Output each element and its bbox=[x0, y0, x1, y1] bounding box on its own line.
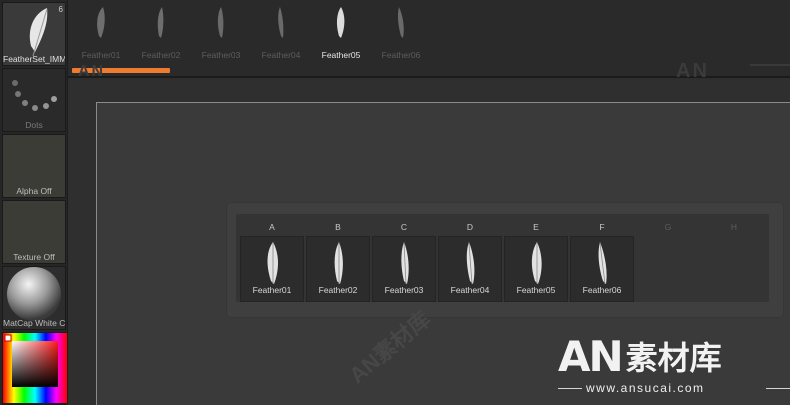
slot-label: Dots bbox=[25, 120, 43, 130]
slot-label: Texture Off bbox=[13, 252, 55, 262]
stroke-slot[interactable]: Dots bbox=[2, 68, 66, 132]
alpha-cell-label: Feather02 bbox=[318, 285, 358, 295]
brush-alpha-slot[interactable]: 6 FeatherSet_IMM bbox=[2, 2, 66, 66]
column-letter: C bbox=[400, 222, 408, 232]
feather-icon bbox=[267, 242, 278, 284]
feather-icon bbox=[598, 242, 607, 285]
feather-icon bbox=[334, 242, 343, 284]
feather-icon bbox=[217, 7, 224, 38]
thumbnail-feather05[interactable]: Feather05 bbox=[311, 0, 371, 66]
feather-icon bbox=[97, 7, 105, 38]
feather-icon bbox=[278, 7, 284, 38]
color-picker-icon bbox=[3, 333, 67, 403]
alpha-picker-panel: A B C D E F G H Feather01 Feather02 Feat… bbox=[227, 203, 783, 317]
alpha-thumbnail-strip: Feather01 Feather02 Feather03 Feather04 … bbox=[68, 0, 790, 82]
thumbnail-feather02[interactable]: Feather02 bbox=[131, 0, 191, 66]
feather-icon bbox=[401, 242, 409, 285]
column-letter: B bbox=[335, 222, 341, 232]
feather-icon bbox=[157, 7, 164, 38]
alpha-cell-label: Feather01 bbox=[252, 285, 292, 295]
column-letter: H bbox=[730, 222, 738, 232]
column-letter: E bbox=[533, 222, 539, 232]
color-picker[interactable] bbox=[2, 332, 67, 405]
logo-brand-cn: 素材库 bbox=[625, 339, 722, 377]
slot-label: Alpha Off bbox=[16, 186, 52, 196]
left-tool-palette: 6 FeatherSet_IMM Dots Alpha Off Texture … bbox=[0, 0, 68, 405]
site-logo: AN 素材库 www.ansucai.com bbox=[558, 331, 790, 405]
alpha-cell-label: Feather03 bbox=[384, 285, 424, 295]
material-slot[interactable]: MatCap White C bbox=[2, 266, 66, 330]
divider bbox=[750, 64, 790, 66]
alpha-cell-feather04[interactable]: Feather04 bbox=[438, 236, 502, 302]
alpha-cell-feather02[interactable]: Feather02 bbox=[306, 236, 370, 302]
column-letter: D bbox=[466, 222, 474, 232]
logo-brand: AN bbox=[558, 331, 624, 381]
logo-rule-left bbox=[558, 388, 582, 389]
thumbnail-feather01[interactable]: Feather01 bbox=[71, 0, 131, 66]
thumbnail-feather04[interactable]: Feather04 bbox=[251, 0, 311, 66]
alpha-slot[interactable]: Alpha Off bbox=[2, 134, 66, 198]
thumbnail-label: Feather06 bbox=[381, 50, 421, 60]
alpha-cell-feather01[interactable]: Feather01 bbox=[240, 236, 304, 302]
alpha-grid: A B C D E F G H Feather01 Feather02 Feat… bbox=[236, 214, 769, 302]
slot-label: MatCap White C bbox=[3, 318, 65, 328]
thumbnail-label: Feather01 bbox=[81, 50, 121, 60]
feather-icon bbox=[531, 242, 542, 284]
zbrush-window: 6 FeatherSet_IMM Dots Alpha Off Texture … bbox=[0, 0, 790, 405]
slot-label: FeatherSet_IMM bbox=[3, 54, 65, 64]
alpha-cell-feather05[interactable]: Feather05 bbox=[504, 236, 568, 302]
thumbnail-label: Feather04 bbox=[261, 50, 301, 60]
matcap-sphere-icon bbox=[7, 267, 61, 321]
thumbnail-feather03[interactable]: Feather03 bbox=[191, 0, 251, 66]
thumbnail-label: Feather05 bbox=[321, 50, 361, 60]
alpha-cell-feather06[interactable]: Feather06 bbox=[570, 236, 634, 302]
feather-icon bbox=[336, 7, 345, 38]
alpha-cell-label: Feather04 bbox=[450, 285, 490, 295]
thumbnail-feather06[interactable]: Feather06 bbox=[371, 0, 431, 66]
feather-icon bbox=[397, 7, 404, 38]
watermark-text: AN bbox=[78, 63, 106, 80]
alpha-cell-feather03[interactable]: Feather03 bbox=[372, 236, 436, 302]
logo-url: www.ansucai.com bbox=[586, 381, 705, 395]
thumbnail-label: Feather02 bbox=[141, 50, 181, 60]
feather-icon bbox=[29, 8, 48, 57]
column-letter: G bbox=[664, 222, 672, 232]
alpha-count-badge: 6 bbox=[58, 5, 63, 14]
texture-slot[interactable]: Texture Off bbox=[2, 200, 66, 264]
logo-rule-right bbox=[766, 388, 790, 389]
dots-stroke-icon bbox=[12, 80, 57, 111]
thumbnail-label: Feather03 bbox=[201, 50, 241, 60]
feather-icon bbox=[466, 242, 475, 285]
column-letter: A bbox=[269, 222, 275, 232]
alpha-cell-label: Feather05 bbox=[516, 285, 556, 295]
column-letter: F bbox=[599, 222, 605, 232]
alpha-cell-label: Feather06 bbox=[582, 285, 622, 295]
